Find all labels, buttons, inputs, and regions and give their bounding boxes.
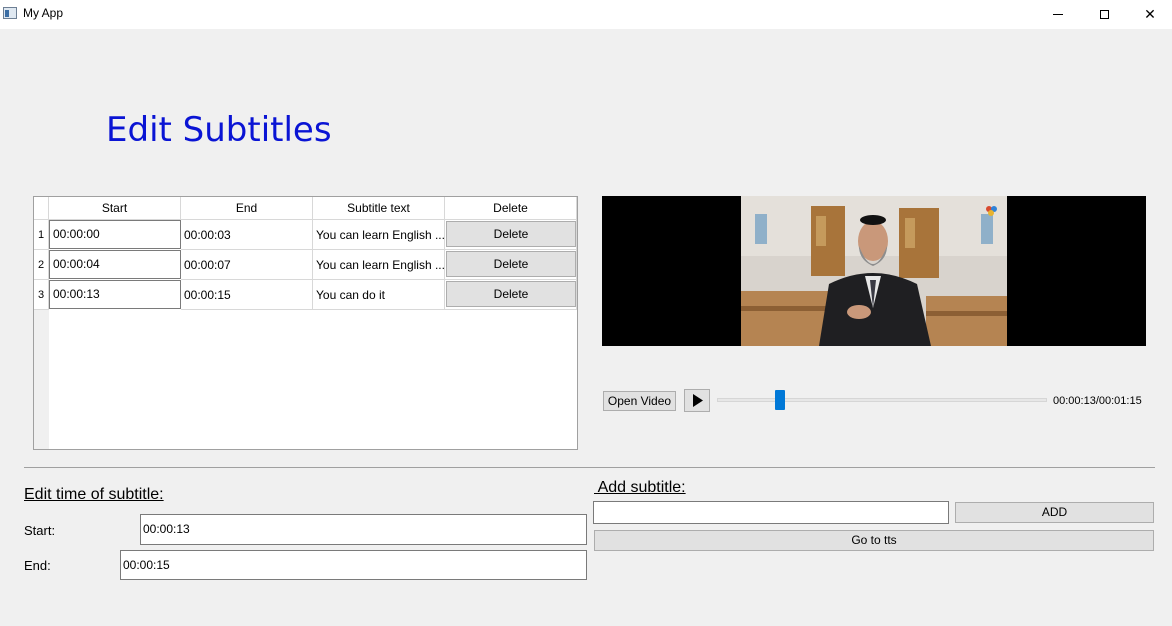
section-divider: [24, 467, 1155, 468]
start-time-cell[interactable]: 00:00:04: [49, 250, 181, 279]
end-time-cell[interactable]: 00:00:15: [181, 280, 313, 310]
end-label: End:: [24, 558, 51, 573]
start-label: Start:: [24, 523, 56, 538]
seek-slider-groove[interactable]: [717, 398, 1047, 402]
title-bar: My App ✕: [0, 0, 1172, 29]
subtitle-text-input[interactable]: [593, 501, 949, 524]
page-title: Edit Subtitles: [106, 110, 332, 150]
window-title: My App: [23, 6, 64, 20]
start-time-input[interactable]: 00:00:13: [140, 514, 587, 545]
end-time-cell[interactable]: 00:00:07: [181, 250, 313, 280]
maximize-icon: [1099, 10, 1109, 19]
subtitle-text-cell[interactable]: You can learn English ...: [313, 250, 445, 280]
delete-button[interactable]: Delete: [446, 251, 576, 277]
row-number[interactable]: 2: [34, 250, 49, 280]
edit-time-heading: Edit time of subtitle:: [24, 486, 164, 503]
column-header-subtitle-text[interactable]: Subtitle text: [313, 197, 445, 220]
minimize-button[interactable]: [1035, 0, 1081, 29]
add-button[interactable]: ADD: [955, 502, 1154, 523]
video-frame-image: [741, 196, 1007, 346]
maximize-button[interactable]: [1081, 0, 1127, 29]
video-player[interactable]: [602, 196, 1146, 346]
start-time-cell[interactable]: 00:00:00: [49, 220, 181, 249]
close-icon: ✕: [1144, 6, 1156, 22]
play-icon: [693, 394, 703, 407]
add-subtitle-heading: Add subtitle:: [594, 479, 686, 496]
close-button[interactable]: ✕: [1127, 0, 1172, 29]
subtitle-text-cell[interactable]: You can learn English ...: [313, 220, 445, 250]
table-corner[interactable]: [34, 197, 49, 220]
end-time-cell[interactable]: 00:00:03: [181, 220, 313, 250]
column-header-delete[interactable]: Delete: [445, 197, 577, 220]
play-button[interactable]: [684, 389, 710, 412]
seek-slider-handle[interactable]: [775, 390, 785, 410]
delete-button[interactable]: Delete: [446, 281, 576, 307]
time-readout: 00:00:13/00:01:15: [1053, 395, 1142, 407]
app-icon: [3, 7, 17, 19]
subtitles-table[interactable]: Start End Subtitle text Delete 1 00:00:0…: [33, 196, 578, 450]
start-time-cell[interactable]: 00:00:13: [49, 280, 181, 309]
go-to-tts-button[interactable]: Go to tts: [594, 530, 1154, 551]
video-frame: [741, 196, 1007, 346]
row-number[interactable]: 3: [34, 280, 49, 310]
end-time-input[interactable]: 00:00:15: [120, 550, 587, 580]
column-header-end[interactable]: End: [181, 197, 313, 220]
minimize-icon: [1053, 14, 1063, 15]
delete-button[interactable]: Delete: [446, 221, 576, 247]
column-header-start[interactable]: Start: [49, 197, 181, 220]
subtitle-text-cell[interactable]: You can do it: [313, 280, 445, 310]
open-video-button[interactable]: Open Video: [603, 391, 676, 411]
row-number[interactable]: 1: [34, 220, 49, 250]
